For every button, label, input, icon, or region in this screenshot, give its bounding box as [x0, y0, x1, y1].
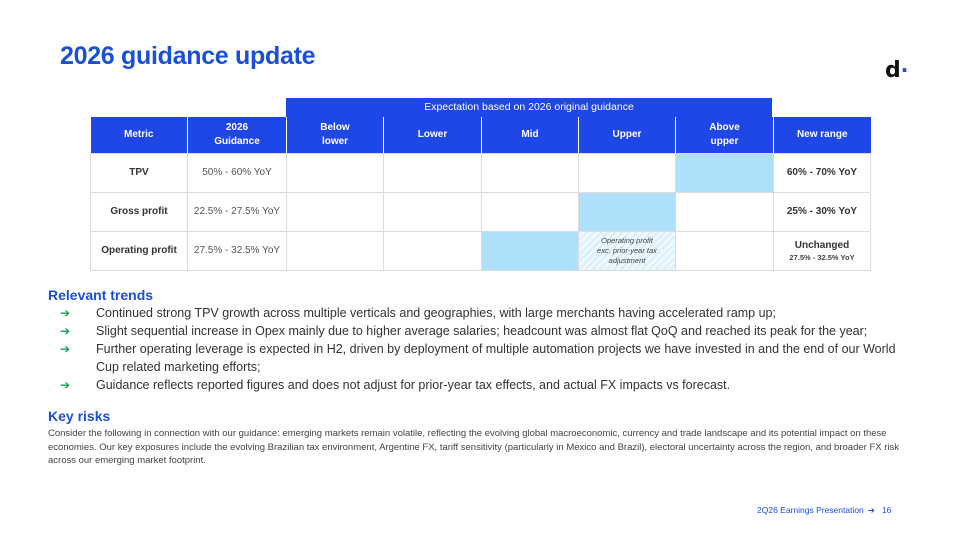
new-range-sub: 27.5% - 32.5% YoY — [789, 252, 855, 262]
trends-list: ➔ Continued strong TPV growth across mult… — [60, 304, 920, 394]
guidance-table: Metric 2026 Guidance Below lower Lower Mid… — [90, 117, 871, 271]
arrow-right-icon: ➔ — [60, 378, 71, 392]
cell-above-upper — [675, 191, 774, 232]
row-new-range: Unchanged 27.5% - 32.5% YoY — [773, 230, 871, 271]
header-upper: Upper — [578, 117, 676, 153]
row-metric: Gross profit — [90, 191, 188, 232]
trends-heading: Relevant trends — [48, 287, 154, 303]
row-metric: Operating profit — [90, 230, 188, 271]
header-lower: Lower — [383, 117, 482, 153]
table-row: Gross profit 22.5% - 27.5% YoY 25% - 30%… — [90, 191, 871, 232]
cell-upper-hatched-note: Operating profit exc. prior-year tax adjus… — [578, 230, 676, 271]
expectation-band: Expectation based on 2026 original guida… — [286, 98, 772, 117]
cell-upper — [578, 152, 676, 193]
list-item: ➔ Guidance reflects reported figures and … — [60, 376, 920, 394]
header-below-lower: Below lower — [286, 117, 384, 153]
cell-upper-highlight — [578, 191, 676, 232]
cell-above-upper-highlight — [675, 152, 774, 193]
arrow-right-icon: ➔ — [60, 306, 71, 320]
cell-below-lower — [286, 191, 384, 232]
row-metric: TPV — [90, 152, 188, 193]
table-header-row: Metric 2026 Guidance Below lower Lower Mid… — [90, 117, 871, 153]
header-above-line2: upper — [710, 135, 739, 147]
row-guidance: 22.5% - 27.5% YoY — [187, 191, 287, 232]
header-below-line2: lower — [321, 135, 349, 147]
header-guidance-line2: Guidance — [214, 135, 260, 147]
cell-lower — [383, 191, 482, 232]
note-line1: Operating profit — [601, 235, 653, 245]
trend-text: Continued strong TPV growth across multi… — [96, 306, 776, 320]
page-number: 16 — [881, 505, 892, 515]
page-title: 2026 guidance update — [60, 42, 316, 70]
company-logo: d· — [885, 58, 908, 83]
header-new-range: New range — [773, 117, 871, 153]
trend-text: Further operating leverage is expected i… — [96, 342, 896, 374]
header-guidance-line1: 2026 — [225, 121, 249, 133]
cell-below-lower — [286, 230, 384, 271]
list-item: ➔ Further operating leverage is expected … — [60, 340, 920, 376]
arrow-right-icon: ➔ — [60, 342, 71, 356]
cell-mid — [481, 152, 579, 193]
row-guidance: 27.5% - 32.5% YoY — [187, 230, 287, 271]
note-line3: adjustment — [608, 255, 646, 265]
trend-text: Guidance reflects reported figures and d… — [96, 378, 731, 392]
arrow-right-icon: ➔ — [867, 506, 875, 516]
header-metric: Metric — [90, 117, 188, 153]
logo-letter: d — [885, 58, 901, 83]
table-row: TPV 50% - 60% YoY 60% - 70% YoY — [90, 152, 871, 193]
trend-text: Slight sequential increase in Opex mainl… — [96, 324, 868, 338]
list-item: ➔ Slight sequential increase in Opex main… — [60, 322, 920, 340]
cell-below-lower — [286, 152, 384, 193]
arrow-right-icon: ➔ — [60, 324, 71, 338]
header-below-line1: Below — [320, 121, 350, 133]
row-guidance: 50% - 60% YoY — [187, 152, 287, 193]
list-item: ➔ Continued strong TPV growth across mult… — [60, 304, 920, 322]
row-new-range: 60% - 70% YoY — [773, 152, 871, 193]
row-new-range: 25% - 30% YoY — [773, 191, 871, 232]
header-above-upper: Above upper — [675, 117, 774, 153]
table-row: Operating profit 27.5% - 32.5% YoY Opera… — [90, 230, 871, 271]
cell-lower — [383, 152, 482, 193]
logo-dot: · — [900, 58, 909, 82]
header-mid: Mid — [481, 117, 579, 153]
footer-label: 2Q26 Earnings Presentation — [757, 505, 864, 515]
note-line2: exc. prior-year tax — [597, 245, 657, 255]
cell-above-upper — [675, 230, 774, 271]
cell-mid — [481, 191, 579, 232]
header-above-line1: Above — [709, 121, 740, 133]
cell-lower — [383, 230, 482, 271]
header-guidance: 2026 Guidance — [187, 117, 287, 153]
risks-text: Consider the following in connection wit… — [48, 428, 899, 466]
cell-mid-highlight — [481, 230, 579, 271]
new-range-main: Unchanged — [794, 239, 850, 251]
risks-heading: Key risks — [48, 408, 111, 424]
footer: 2Q26 Earnings Presentation ➔ 16 — [757, 505, 891, 516]
